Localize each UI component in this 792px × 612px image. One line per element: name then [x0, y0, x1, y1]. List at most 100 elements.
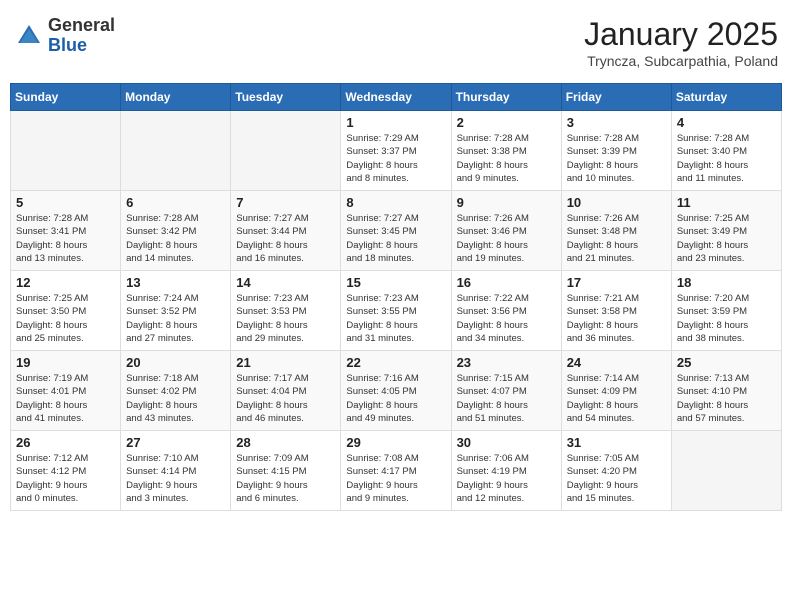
calendar-week-row: 5 Sunrise: 7:28 AM Sunset: 3:41 PM Daylig… — [11, 191, 782, 271]
weekday-header-tuesday: Tuesday — [231, 84, 341, 111]
day-number: 1 — [346, 115, 445, 130]
weekday-header-sunday: Sunday — [11, 84, 121, 111]
day-info: Sunrise: 7:23 AM Sunset: 3:53 PM Dayligh… — [236, 292, 335, 345]
day-info: Sunrise: 7:28 AM Sunset: 3:39 PM Dayligh… — [567, 132, 666, 185]
calendar-cell: 25 Sunrise: 7:13 AM Sunset: 4:10 PM Dayli… — [671, 351, 781, 431]
calendar-cell: 18 Sunrise: 7:20 AM Sunset: 3:59 PM Dayli… — [671, 271, 781, 351]
day-info: Sunrise: 7:19 AM Sunset: 4:01 PM Dayligh… — [16, 372, 115, 425]
day-info: Sunrise: 7:10 AM Sunset: 4:14 PM Dayligh… — [126, 452, 225, 505]
day-info: Sunrise: 7:27 AM Sunset: 3:45 PM Dayligh… — [346, 212, 445, 265]
day-number: 3 — [567, 115, 666, 130]
day-number: 5 — [16, 195, 115, 210]
day-number: 6 — [126, 195, 225, 210]
calendar-cell: 22 Sunrise: 7:16 AM Sunset: 4:05 PM Dayli… — [341, 351, 451, 431]
logo-blue-text: Blue — [48, 36, 115, 56]
day-info: Sunrise: 7:28 AM Sunset: 3:40 PM Dayligh… — [677, 132, 776, 185]
calendar-cell: 6 Sunrise: 7:28 AM Sunset: 3:42 PM Daylig… — [121, 191, 231, 271]
day-number: 25 — [677, 355, 776, 370]
calendar-cell: 5 Sunrise: 7:28 AM Sunset: 3:41 PM Daylig… — [11, 191, 121, 271]
calendar-cell — [11, 111, 121, 191]
day-info: Sunrise: 7:06 AM Sunset: 4:19 PM Dayligh… — [457, 452, 556, 505]
title-block: January 2025 Tryncza, Subcarpathia, Pola… — [584, 16, 778, 69]
weekday-header-row: SundayMondayTuesdayWednesdayThursdayFrid… — [11, 84, 782, 111]
day-info: Sunrise: 7:14 AM Sunset: 4:09 PM Dayligh… — [567, 372, 666, 425]
weekday-header-saturday: Saturday — [671, 84, 781, 111]
calendar-cell: 27 Sunrise: 7:10 AM Sunset: 4:14 PM Dayli… — [121, 431, 231, 511]
logo: General Blue — [14, 16, 115, 56]
day-info: Sunrise: 7:24 AM Sunset: 3:52 PM Dayligh… — [126, 292, 225, 345]
day-info: Sunrise: 7:25 AM Sunset: 3:50 PM Dayligh… — [16, 292, 115, 345]
day-info: Sunrise: 7:20 AM Sunset: 3:59 PM Dayligh… — [677, 292, 776, 345]
month-title: January 2025 — [584, 16, 778, 53]
day-number: 27 — [126, 435, 225, 450]
day-info: Sunrise: 7:13 AM Sunset: 4:10 PM Dayligh… — [677, 372, 776, 425]
day-info: Sunrise: 7:17 AM Sunset: 4:04 PM Dayligh… — [236, 372, 335, 425]
calendar-cell: 17 Sunrise: 7:21 AM Sunset: 3:58 PM Dayli… — [561, 271, 671, 351]
day-info: Sunrise: 7:05 AM Sunset: 4:20 PM Dayligh… — [567, 452, 666, 505]
calendar-cell: 21 Sunrise: 7:17 AM Sunset: 4:04 PM Dayli… — [231, 351, 341, 431]
calendar-cell: 1Sunrise: 7:29 AM Sunset: 3:37 PM Daylig… — [341, 111, 451, 191]
weekday-header-monday: Monday — [121, 84, 231, 111]
day-number: 26 — [16, 435, 115, 450]
calendar-cell: 20 Sunrise: 7:18 AM Sunset: 4:02 PM Dayli… — [121, 351, 231, 431]
day-number: 30 — [457, 435, 556, 450]
calendar-cell: 11Sunrise: 7:25 AM Sunset: 3:49 PM Dayli… — [671, 191, 781, 271]
calendar-week-row: 12 Sunrise: 7:25 AM Sunset: 3:50 PM Dayli… — [11, 271, 782, 351]
calendar-cell: 2 Sunrise: 7:28 AM Sunset: 3:38 PM Daylig… — [451, 111, 561, 191]
day-number: 14 — [236, 275, 335, 290]
logo-general-text: General — [48, 16, 115, 36]
day-info: Sunrise: 7:28 AM Sunset: 3:38 PM Dayligh… — [457, 132, 556, 185]
day-number: 4 — [677, 115, 776, 130]
calendar-table: SundayMondayTuesdayWednesdayThursdayFrid… — [10, 83, 782, 511]
day-number: 2 — [457, 115, 556, 130]
day-info: Sunrise: 7:25 AM Sunset: 3:49 PM Dayligh… — [677, 212, 776, 265]
logo-icon — [14, 21, 44, 51]
day-number: 10 — [567, 195, 666, 210]
day-number: 17 — [567, 275, 666, 290]
day-info: Sunrise: 7:08 AM Sunset: 4:17 PM Dayligh… — [346, 452, 445, 505]
day-number: 22 — [346, 355, 445, 370]
calendar-cell — [121, 111, 231, 191]
day-info: Sunrise: 7:21 AM Sunset: 3:58 PM Dayligh… — [567, 292, 666, 345]
day-number: 29 — [346, 435, 445, 450]
calendar-cell: 23Sunrise: 7:15 AM Sunset: 4:07 PM Dayli… — [451, 351, 561, 431]
day-info: Sunrise: 7:09 AM Sunset: 4:15 PM Dayligh… — [236, 452, 335, 505]
day-info: Sunrise: 7:12 AM Sunset: 4:12 PM Dayligh… — [16, 452, 115, 505]
calendar-cell — [231, 111, 341, 191]
day-info: Sunrise: 7:28 AM Sunset: 3:41 PM Dayligh… — [16, 212, 115, 265]
calendar-week-row: 1Sunrise: 7:29 AM Sunset: 3:37 PM Daylig… — [11, 111, 782, 191]
calendar-cell: 28 Sunrise: 7:09 AM Sunset: 4:15 PM Dayli… — [231, 431, 341, 511]
calendar-cell: 24 Sunrise: 7:14 AM Sunset: 4:09 PM Dayli… — [561, 351, 671, 431]
day-number: 12 — [16, 275, 115, 290]
day-number: 18 — [677, 275, 776, 290]
day-info: Sunrise: 7:22 AM Sunset: 3:56 PM Dayligh… — [457, 292, 556, 345]
day-number: 20 — [126, 355, 225, 370]
calendar-cell: 29 Sunrise: 7:08 AM Sunset: 4:17 PM Dayli… — [341, 431, 451, 511]
day-number: 28 — [236, 435, 335, 450]
day-number: 9 — [457, 195, 556, 210]
calendar-cell: 16Sunrise: 7:22 AM Sunset: 3:56 PM Dayli… — [451, 271, 561, 351]
day-info: Sunrise: 7:18 AM Sunset: 4:02 PM Dayligh… — [126, 372, 225, 425]
calendar-cell: 8Sunrise: 7:27 AM Sunset: 3:45 PM Daylig… — [341, 191, 451, 271]
calendar-cell: 4 Sunrise: 7:28 AM Sunset: 3:40 PM Daylig… — [671, 111, 781, 191]
calendar-week-row: 19 Sunrise: 7:19 AM Sunset: 4:01 PM Dayli… — [11, 351, 782, 431]
day-info: Sunrise: 7:15 AM Sunset: 4:07 PM Dayligh… — [457, 372, 556, 425]
calendar-cell: 10Sunrise: 7:26 AM Sunset: 3:48 PM Dayli… — [561, 191, 671, 271]
calendar-week-row: 26 Sunrise: 7:12 AM Sunset: 4:12 PM Dayli… — [11, 431, 782, 511]
calendar-cell: 12 Sunrise: 7:25 AM Sunset: 3:50 PM Dayli… — [11, 271, 121, 351]
day-number: 19 — [16, 355, 115, 370]
day-info: Sunrise: 7:23 AM Sunset: 3:55 PM Dayligh… — [346, 292, 445, 345]
calendar-cell: 31Sunrise: 7:05 AM Sunset: 4:20 PM Dayli… — [561, 431, 671, 511]
day-info: Sunrise: 7:28 AM Sunset: 3:42 PM Dayligh… — [126, 212, 225, 265]
calendar-cell: 15Sunrise: 7:23 AM Sunset: 3:55 PM Dayli… — [341, 271, 451, 351]
calendar-cell: 3 Sunrise: 7:28 AM Sunset: 3:39 PM Daylig… — [561, 111, 671, 191]
calendar-cell: 26 Sunrise: 7:12 AM Sunset: 4:12 PM Dayli… — [11, 431, 121, 511]
calendar-cell: 14 Sunrise: 7:23 AM Sunset: 3:53 PM Dayli… — [231, 271, 341, 351]
day-number: 21 — [236, 355, 335, 370]
weekday-header-friday: Friday — [561, 84, 671, 111]
day-info: Sunrise: 7:16 AM Sunset: 4:05 PM Dayligh… — [346, 372, 445, 425]
page-header: General Blue January 2025 Tryncza, Subca… — [10, 10, 782, 75]
day-number: 24 — [567, 355, 666, 370]
weekday-header-thursday: Thursday — [451, 84, 561, 111]
calendar-cell: 30 Sunrise: 7:06 AM Sunset: 4:19 PM Dayli… — [451, 431, 561, 511]
